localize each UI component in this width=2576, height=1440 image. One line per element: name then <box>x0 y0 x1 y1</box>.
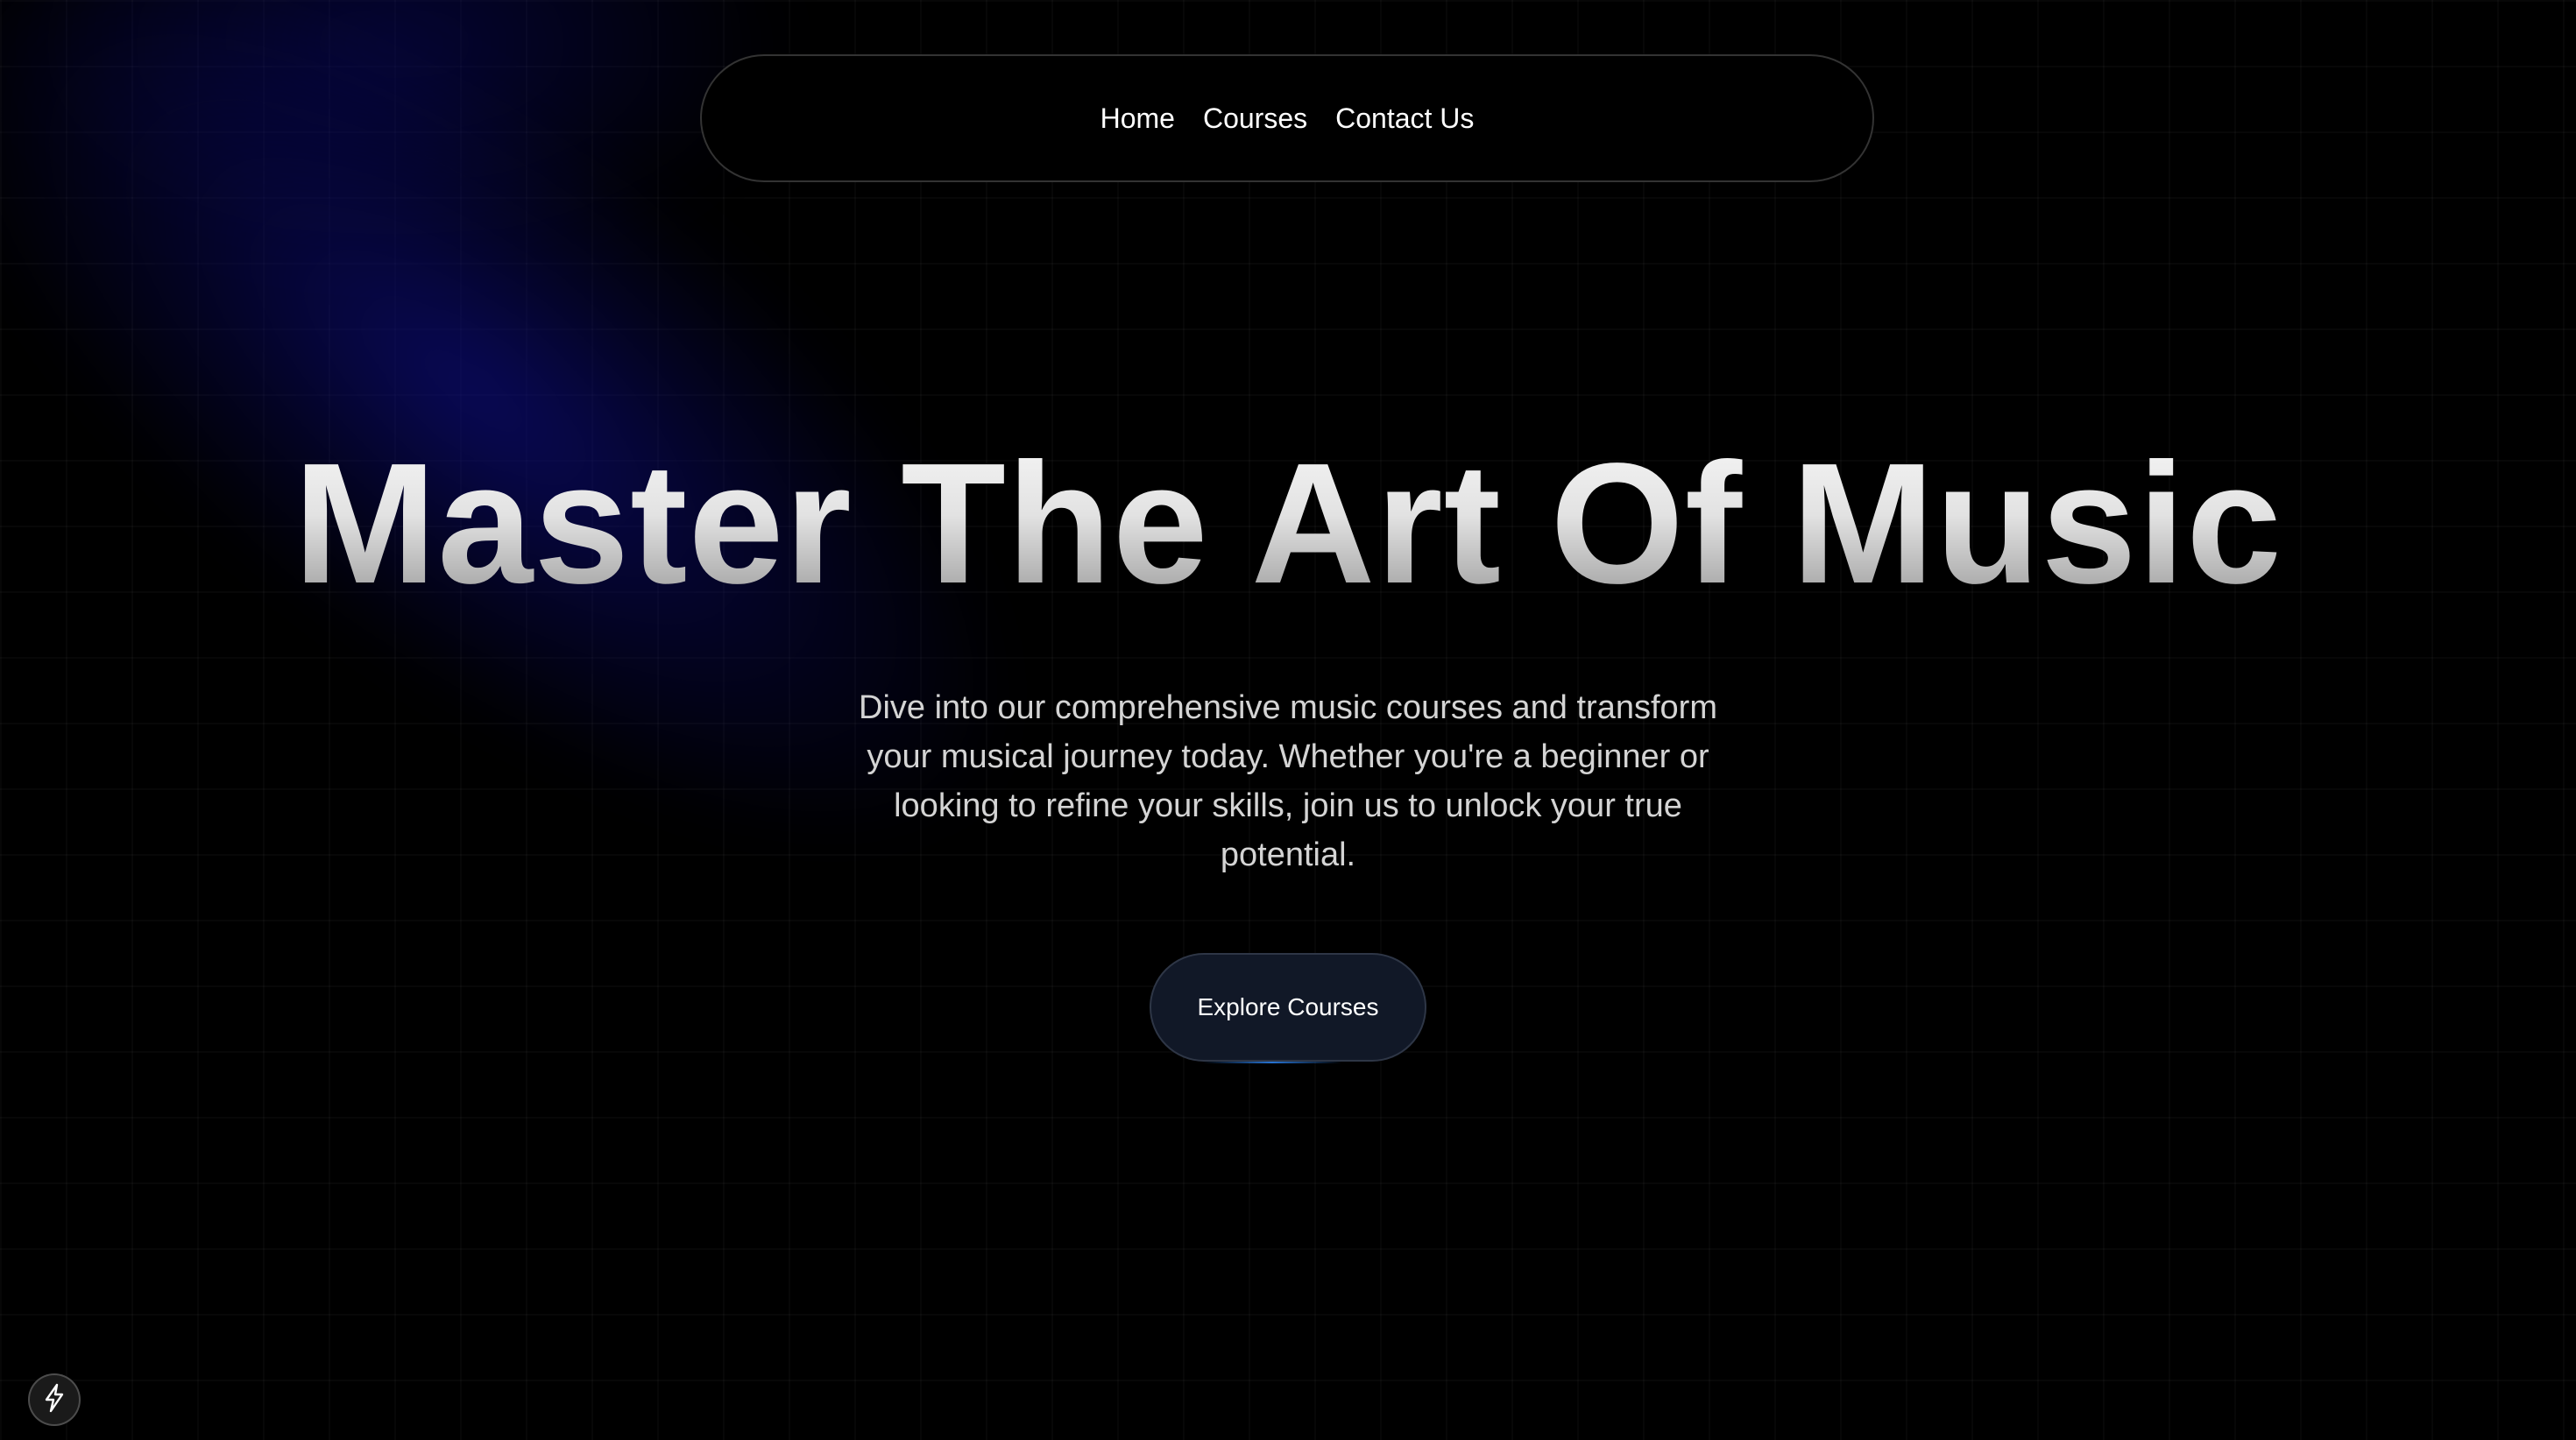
nav-link-contact-us[interactable]: Contact Us <box>1335 102 1474 135</box>
dev-tools-badge[interactable] <box>28 1373 81 1426</box>
hero-title: Master The Art Of Music <box>0 438 2576 610</box>
nav-link-courses[interactable]: Courses <box>1203 102 1307 135</box>
hero-description: Dive into our comprehensive music course… <box>859 689 1717 873</box>
navbar: Home Courses Contact Us <box>700 54 1874 182</box>
page: Home Courses Contact Us Master The Art O… <box>0 0 2576 1440</box>
nav-link-home[interactable]: Home <box>1100 102 1175 135</box>
lightning-bolt-icon <box>41 1383 67 1417</box>
explore-courses-button[interactable]: Explore Courses <box>1150 953 1426 1062</box>
